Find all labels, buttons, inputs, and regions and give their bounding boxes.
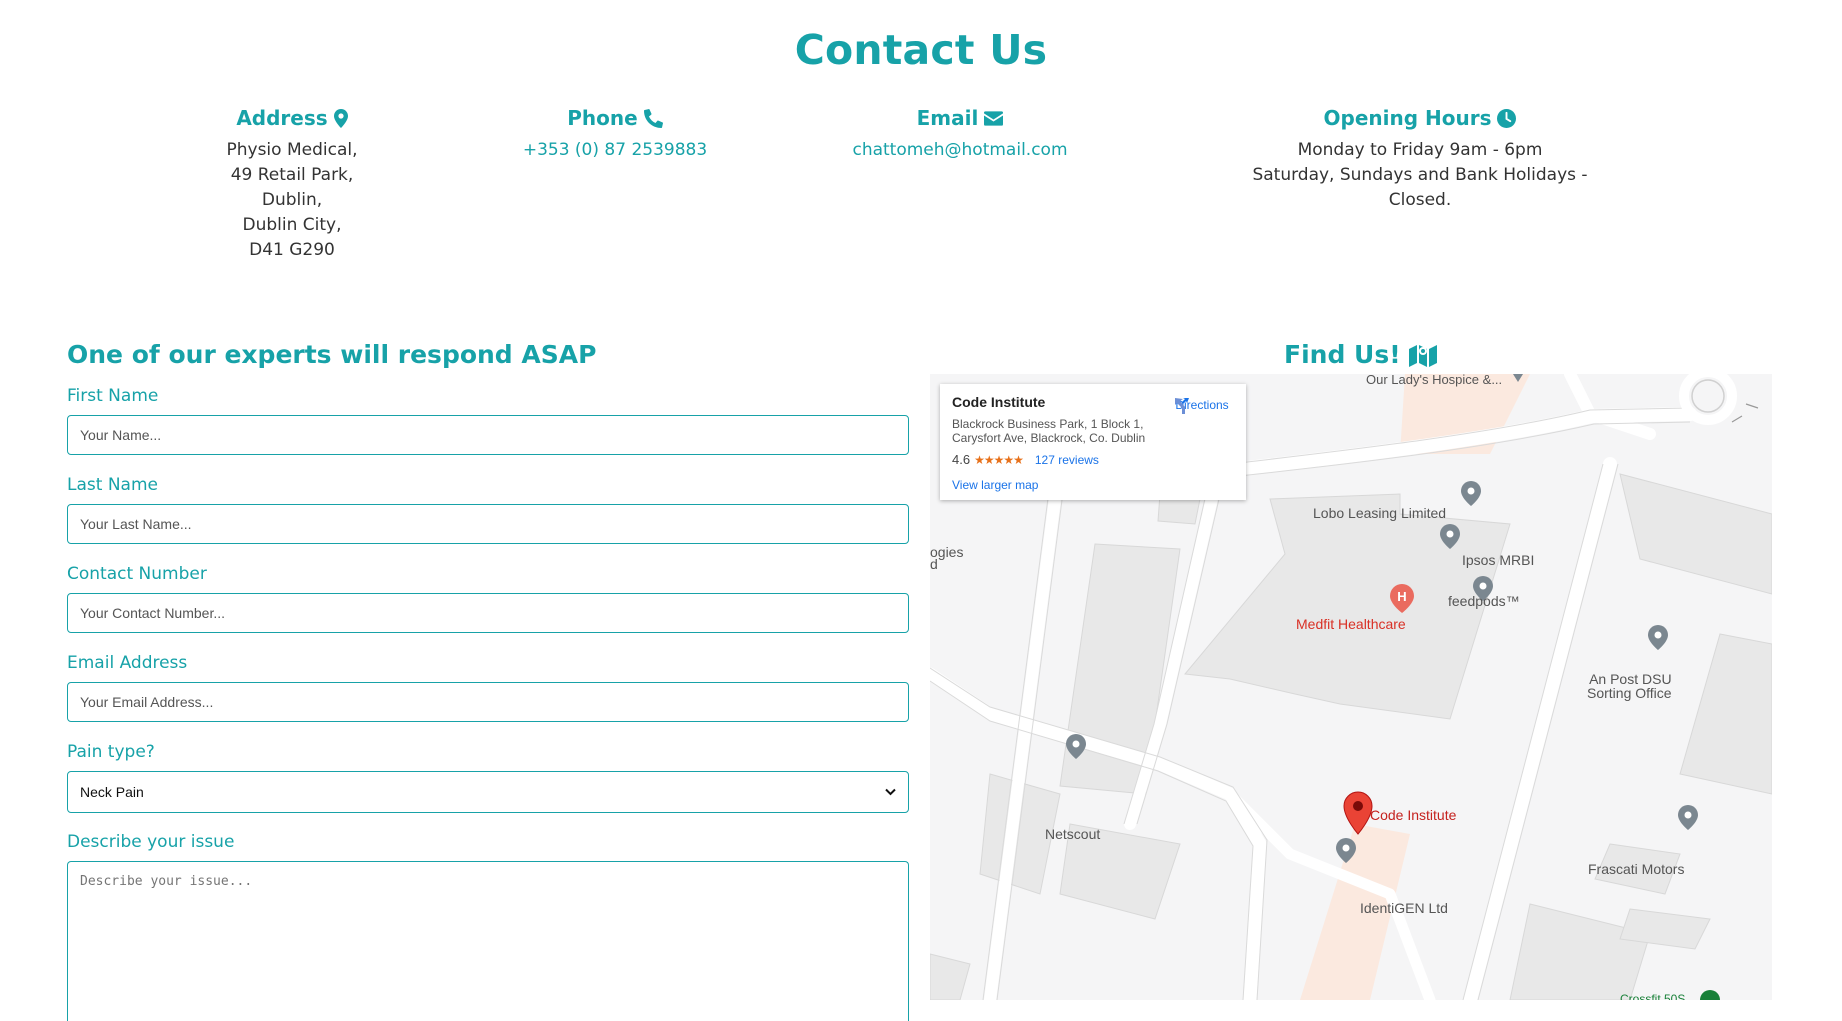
- address-column: Address Physio Medical, 49 Retail Park, …: [188, 106, 396, 263]
- poi-anpost-line: Sorting Office: [1587, 685, 1672, 701]
- hours-heading: Opening Hours: [1220, 106, 1620, 130]
- last-name-input[interactable]: [67, 504, 909, 544]
- phone-link[interactable]: +353 (0) 87 2539883: [505, 138, 725, 163]
- place-name: Code Institute: [952, 394, 1046, 410]
- poi-frascati-motors[interactable]: Frascati Motors: [1588, 861, 1684, 877]
- phone-icon: [643, 108, 663, 128]
- email-address-input[interactable]: [67, 682, 909, 722]
- reviews-link[interactable]: 127 reviews: [1035, 453, 1099, 467]
- contact-number-label: Contact Number: [67, 564, 207, 584]
- map-info-card: Code Institute Blackrock Business Park, …: [940, 384, 1246, 500]
- poi-feedpods[interactable]: feedpods™: [1448, 593, 1520, 609]
- first-name-input[interactable]: [67, 415, 909, 455]
- poi-partial-left[interactable]: ogies d: [930, 545, 963, 571]
- form-title: One of our experts will respond ASAP: [67, 340, 597, 369]
- poi-medfit[interactable]: Medfit Healthcare: [1296, 616, 1406, 632]
- view-larger-map-link[interactable]: View larger map: [952, 478, 1038, 492]
- phone-column: Phone +353 (0) 87 2539883: [505, 106, 725, 163]
- place-rating: 4.6 ★★★★★ 127 reviews: [952, 452, 1099, 467]
- page-title: Contact Us: [794, 26, 1048, 74]
- pain-type-select[interactable]: Neck Pain: [67, 771, 909, 813]
- address-line: Dublin,: [261, 190, 323, 210]
- poi-ipsos[interactable]: Ipsos MRBI: [1462, 552, 1534, 568]
- poi-partial-bottom[interactable]: Crossfit 50S: [1620, 992, 1685, 1000]
- find-us-heading: Find Us!: [1284, 340, 1437, 369]
- email-heading-label: Email: [916, 106, 979, 130]
- directions-icon: [1175, 398, 1189, 414]
- pain-type-label: Pain type?: [67, 742, 155, 762]
- map-marker-icon: [333, 108, 348, 128]
- phone-heading: Phone: [505, 106, 725, 130]
- phone-heading-label: Phone: [567, 106, 638, 130]
- directions-button[interactable]: Directions: [1172, 396, 1232, 414]
- describe-issue-textarea[interactable]: [67, 861, 909, 1021]
- contact-number-input[interactable]: [67, 593, 909, 633]
- first-name-label: First Name: [67, 386, 159, 406]
- embedded-map[interactable]: H Our Lady's Hospice &... Lobo Leasing L…: [930, 374, 1772, 1000]
- email-column: Email chattomeh@hotmail.com: [845, 106, 1075, 163]
- envelope-icon: [984, 110, 1004, 126]
- hours-column: Opening Hours Monday to Friday 9am - 6pm…: [1220, 106, 1620, 213]
- address-line: D41 G290: [249, 240, 335, 260]
- rating-stars-icon: ★★★★★: [974, 452, 1024, 467]
- poi-anpost[interactable]: An Post DSU Sorting Office: [1587, 672, 1672, 700]
- clock-icon: [1497, 108, 1517, 128]
- email-heading: Email: [845, 106, 1075, 130]
- address-line: Dublin City,: [242, 215, 342, 235]
- poi-identigen[interactable]: IdentiGEN Ltd: [1360, 900, 1448, 916]
- hours-line: Monday to Friday 9am - 6pm: [1297, 140, 1543, 160]
- address-line: Physio Medical,: [226, 140, 358, 160]
- svg-text:H: H: [1397, 589, 1406, 604]
- find-us-label: Find Us!: [1284, 340, 1401, 369]
- poi-netscout[interactable]: Netscout: [1045, 826, 1100, 842]
- describe-issue-label: Describe your issue: [67, 832, 235, 852]
- poi-anpost-line: An Post DSU: [1589, 671, 1672, 687]
- chevron-down-icon: [885, 788, 896, 796]
- poi-code-institute[interactable]: Code Institute: [1370, 807, 1456, 823]
- hours-heading-label: Opening Hours: [1323, 106, 1492, 130]
- address-line: 49 Retail Park,: [230, 165, 354, 185]
- address-heading: Address: [188, 106, 396, 130]
- email-link[interactable]: chattomeh@hotmail.com: [845, 138, 1075, 163]
- rating-value: 4.6: [952, 452, 971, 467]
- email-address-label: Email Address: [67, 653, 188, 673]
- pain-type-selected: Neck Pain: [80, 784, 144, 800]
- place-address: Blackrock Business Park, 1 Block 1, Cary…: [952, 417, 1146, 445]
- poi-hospice[interactable]: Our Lady's Hospice &...: [1366, 374, 1502, 387]
- poi-lobo-leasing[interactable]: Lobo Leasing Limited: [1313, 505, 1446, 521]
- address-heading-label: Address: [236, 106, 328, 130]
- hours-line: Saturday, Sundays and Bank Holidays - Cl…: [1252, 165, 1588, 210]
- last-name-label: Last Name: [67, 475, 158, 495]
- map-icon: [1408, 344, 1437, 367]
